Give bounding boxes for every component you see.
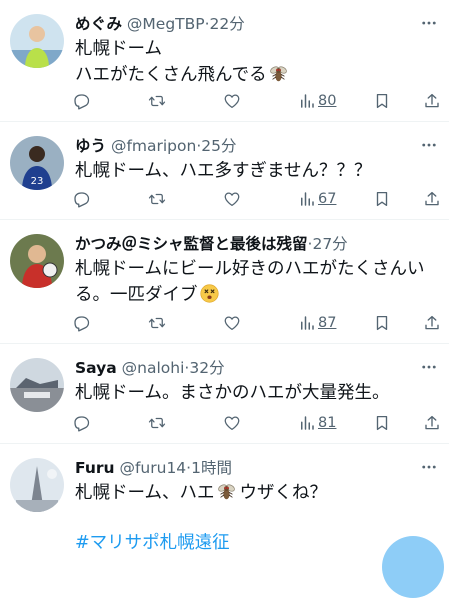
views-chart-icon (298, 190, 316, 208)
tweet-text: 札幌ドームにビール好きのハエがたくさんい る。一匹ダイブ (75, 256, 435, 308)
reply-icon[interactable] (72, 312, 90, 334)
display-name[interactable]: Saya (75, 359, 117, 377)
svg-text:23: 23 (31, 176, 44, 187)
tweet-header: Furu @furu14·1時間 (75, 456, 232, 478)
tweet[interactable]: めぐみ @MegTBP·22分 札幌ドーム ハエがたくさん飛んでる 80 (0, 0, 449, 122)
tweet-text: 札幌ドーム ハエがたくさん飛んでる (75, 36, 435, 88)
share-icon[interactable] (423, 188, 441, 210)
views-chart-icon (298, 92, 316, 110)
more-horizontal-icon[interactable] (419, 457, 439, 477)
display-name[interactable]: Furu (75, 459, 115, 477)
more-horizontal-icon[interactable] (419, 13, 439, 33)
hashtag-link[interactable]: #マリサポ札幌遠征 (75, 529, 230, 554)
retweet-icon[interactable] (148, 312, 166, 334)
tweet[interactable]: かつみ＠ミシャ監督と最後は残留·27分 札幌ドームにビール好きのハエがたくさんい… (0, 220, 449, 344)
heart-icon[interactable] (223, 90, 241, 112)
tweet[interactable]: Saya @nalohi·32分 札幌ドーム。まさかのハエが大量発生。 81 (0, 344, 449, 444)
tweet-text-line: 札幌ドーム。まさかのハエが大量発生。 (75, 383, 390, 403)
tweet-header: ゆう @fmaripon·25分 (75, 134, 237, 156)
fly-emoji (268, 63, 289, 84)
views-button[interactable]: 81 (298, 412, 336, 434)
user-handle[interactable]: @furu14 (119, 459, 186, 477)
more-horizontal-icon[interactable] (419, 135, 439, 155)
timestamp[interactable]: 25分 (201, 137, 236, 155)
bookmark-icon[interactable] (373, 412, 391, 434)
tweet-header: Saya @nalohi·32分 (75, 356, 225, 378)
compose-button[interactable] (382, 536, 444, 598)
retweet-icon[interactable] (148, 188, 166, 210)
timestamp[interactable]: 22分 (210, 15, 245, 33)
retweet-icon[interactable] (148, 90, 166, 112)
tweet-actions: 81 (72, 412, 441, 434)
tweet-header: かつみ＠ミシャ監督と最後は残留·27分 (75, 232, 348, 254)
tweet-header: めぐみ @MegTBP·22分 (75, 12, 245, 34)
share-icon[interactable] (423, 412, 441, 434)
tweet[interactable]: Furu @furu14·1時間 札幌ドーム、ハエ ウザくね？ #マリサポ札幌遠征 (0, 444, 449, 555)
tweet-actions: 67 (72, 188, 441, 210)
views-count[interactable]: 67 (318, 191, 336, 207)
views-count[interactable]: 87 (318, 315, 336, 331)
share-icon[interactable] (423, 312, 441, 334)
retweet-icon[interactable] (148, 412, 166, 434)
tweet-text-line: 札幌ドーム、ハエ多すぎません？？？ (75, 161, 372, 181)
display-name[interactable]: かつみ＠ミシャ監督と最後は残留 (75, 235, 308, 253)
views-button[interactable]: 67 (298, 188, 336, 210)
more-horizontal-icon[interactable] (419, 357, 439, 377)
tweet-text-line-with-emoji: る。一匹ダイブ (75, 282, 435, 308)
avatar[interactable] (10, 358, 64, 412)
tweet-text-line: 札幌ドーム、ハエ (75, 483, 215, 503)
bookmark-icon[interactable] (373, 90, 391, 112)
tweet-text-line: 札幌ドーム (75, 39, 162, 59)
share-icon[interactable] (423, 90, 441, 112)
fly-emoji (216, 481, 237, 502)
timestamp[interactable]: 32分 (189, 359, 224, 377)
views-button[interactable]: 80 (298, 90, 336, 112)
views-button[interactable]: 87 (298, 312, 336, 334)
dizzy-face-emoji (199, 283, 220, 304)
user-handle[interactable]: @MegTBP (127, 15, 205, 33)
tweet-text-line: る。一匹ダイブ (75, 285, 198, 305)
avatar[interactable] (10, 458, 64, 512)
tweet-text-line-with-emoji: ハエがたくさん飛んでる (75, 62, 435, 88)
tweet[interactable]: 23 ゆう @fmaripon·25分 札幌ドーム、ハエ多すぎません？？？ 67 (0, 122, 449, 220)
views-count[interactable]: 80 (318, 93, 336, 109)
timestamp[interactable]: 27分 (312, 235, 347, 253)
timeline-feed: めぐみ @MegTBP·22分 札幌ドーム ハエがたくさん飛んでる 80 23 … (0, 0, 449, 555)
tweet-text: 札幌ドーム、ハエ多すぎません？？？ (75, 158, 435, 184)
views-count[interactable]: 81 (318, 415, 336, 431)
user-handle[interactable]: @fmaripon (111, 137, 196, 155)
user-handle[interactable]: @nalohi (122, 359, 185, 377)
reply-icon[interactable] (72, 90, 90, 112)
tweet-text-line-with-emoji: 札幌ドーム、ハエ ウザくね？ (75, 480, 435, 506)
tweet-text-line: ハエがたくさん飛んでる (75, 65, 267, 85)
avatar[interactable] (10, 14, 64, 68)
reply-icon[interactable] (72, 412, 90, 434)
views-chart-icon (298, 414, 316, 432)
tweet-text: 札幌ドーム、ハエ ウザくね？ (75, 480, 435, 506)
avatar[interactable]: 23 (10, 136, 64, 190)
reply-icon[interactable] (72, 188, 90, 210)
tweet-actions: 87 (72, 312, 441, 334)
bookmark-icon[interactable] (373, 188, 391, 210)
tweet-text-line: ウザくね？ (239, 483, 327, 503)
heart-icon[interactable] (223, 312, 241, 334)
avatar[interactable] (10, 234, 64, 288)
display-name[interactable]: ゆう (75, 137, 106, 155)
tweet-actions: 80 (72, 90, 441, 112)
tweet-text-line: 札幌ドームにビール好きのハエがたくさんい (75, 259, 425, 279)
display-name[interactable]: めぐみ (75, 15, 122, 33)
timestamp[interactable]: 1時間 (191, 459, 232, 477)
views-chart-icon (298, 314, 316, 332)
bookmark-icon[interactable] (373, 312, 391, 334)
tweet-text: 札幌ドーム。まさかのハエが大量発生。 (75, 380, 435, 406)
heart-icon[interactable] (223, 412, 241, 434)
heart-icon[interactable] (223, 188, 241, 210)
